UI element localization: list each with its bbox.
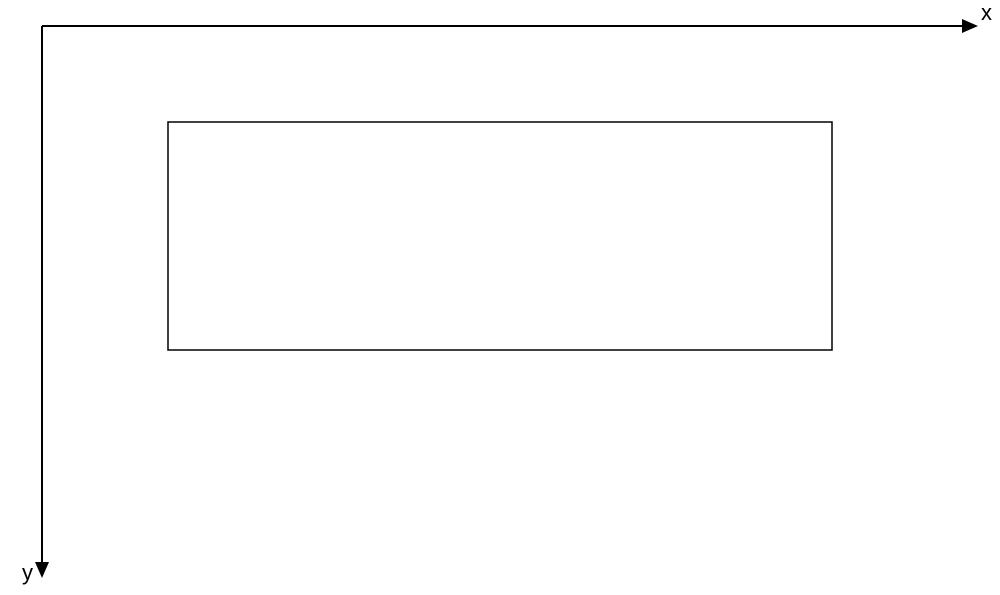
coordinate-diagram bbox=[0, 0, 1000, 590]
x-axis-label: x bbox=[981, 0, 992, 26]
diagram-container: x y bbox=[0, 0, 1000, 590]
bounding-rectangle bbox=[168, 122, 832, 350]
y-axis-arrowhead-icon bbox=[35, 562, 49, 578]
x-axis-arrowhead-icon bbox=[962, 19, 978, 33]
y-axis-label: y bbox=[22, 560, 33, 586]
